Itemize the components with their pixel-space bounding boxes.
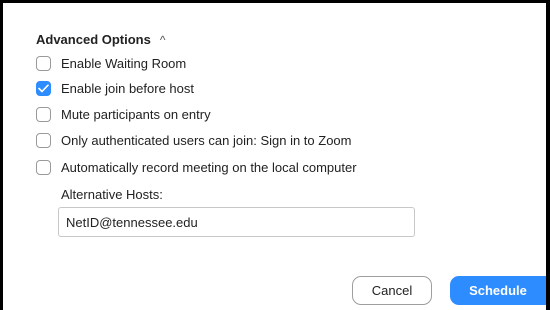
option-enable-waiting-room[interactable]: Enable Waiting Room: [36, 53, 186, 73]
option-label: Enable join before host: [61, 80, 194, 96]
schedule-button[interactable]: Schedule: [450, 276, 546, 305]
window-border-top: [0, 0, 550, 3]
option-label: Mute participants on entry: [61, 106, 211, 122]
checkbox-mute-participants-on-entry[interactable]: [36, 106, 51, 122]
checkbox-enable-waiting-room[interactable]: [36, 55, 51, 71]
chevron-up-icon[interactable]: ^: [160, 34, 166, 46]
option-label: Only authenticated users can join: Sign …: [61, 132, 352, 148]
advanced-options-toggle[interactable]: Advanced Options ^: [36, 30, 166, 48]
checkmark-icon: [38, 83, 49, 92]
option-label: Enable Waiting Room: [61, 55, 187, 71]
option-only-authenticated-users[interactable]: Only authenticated users can join: Sign …: [36, 130, 352, 150]
checkbox-only-authenticated-users[interactable]: [36, 132, 51, 148]
window-border-right: [546, 0, 550, 310]
checkbox-enable-join-before-host[interactable]: [36, 80, 51, 96]
alternative-hosts-input[interactable]: [58, 207, 415, 237]
window-border-left: [0, 0, 3, 310]
option-mute-participants-on-entry[interactable]: Mute participants on entry: [36, 104, 211, 124]
option-label: Automatically record meeting on the loca…: [61, 159, 357, 175]
section-title: Advanced Options: [36, 31, 151, 47]
checkbox-automatically-record-meeting[interactable]: [36, 159, 51, 175]
cancel-button[interactable]: Cancel: [352, 276, 432, 305]
option-enable-join-before-host[interactable]: Enable join before host: [36, 78, 194, 98]
option-automatically-record-meeting[interactable]: Automatically record meeting on the loca…: [36, 157, 357, 177]
alternative-hosts-label: Alternative Hosts:: [61, 187, 163, 202]
